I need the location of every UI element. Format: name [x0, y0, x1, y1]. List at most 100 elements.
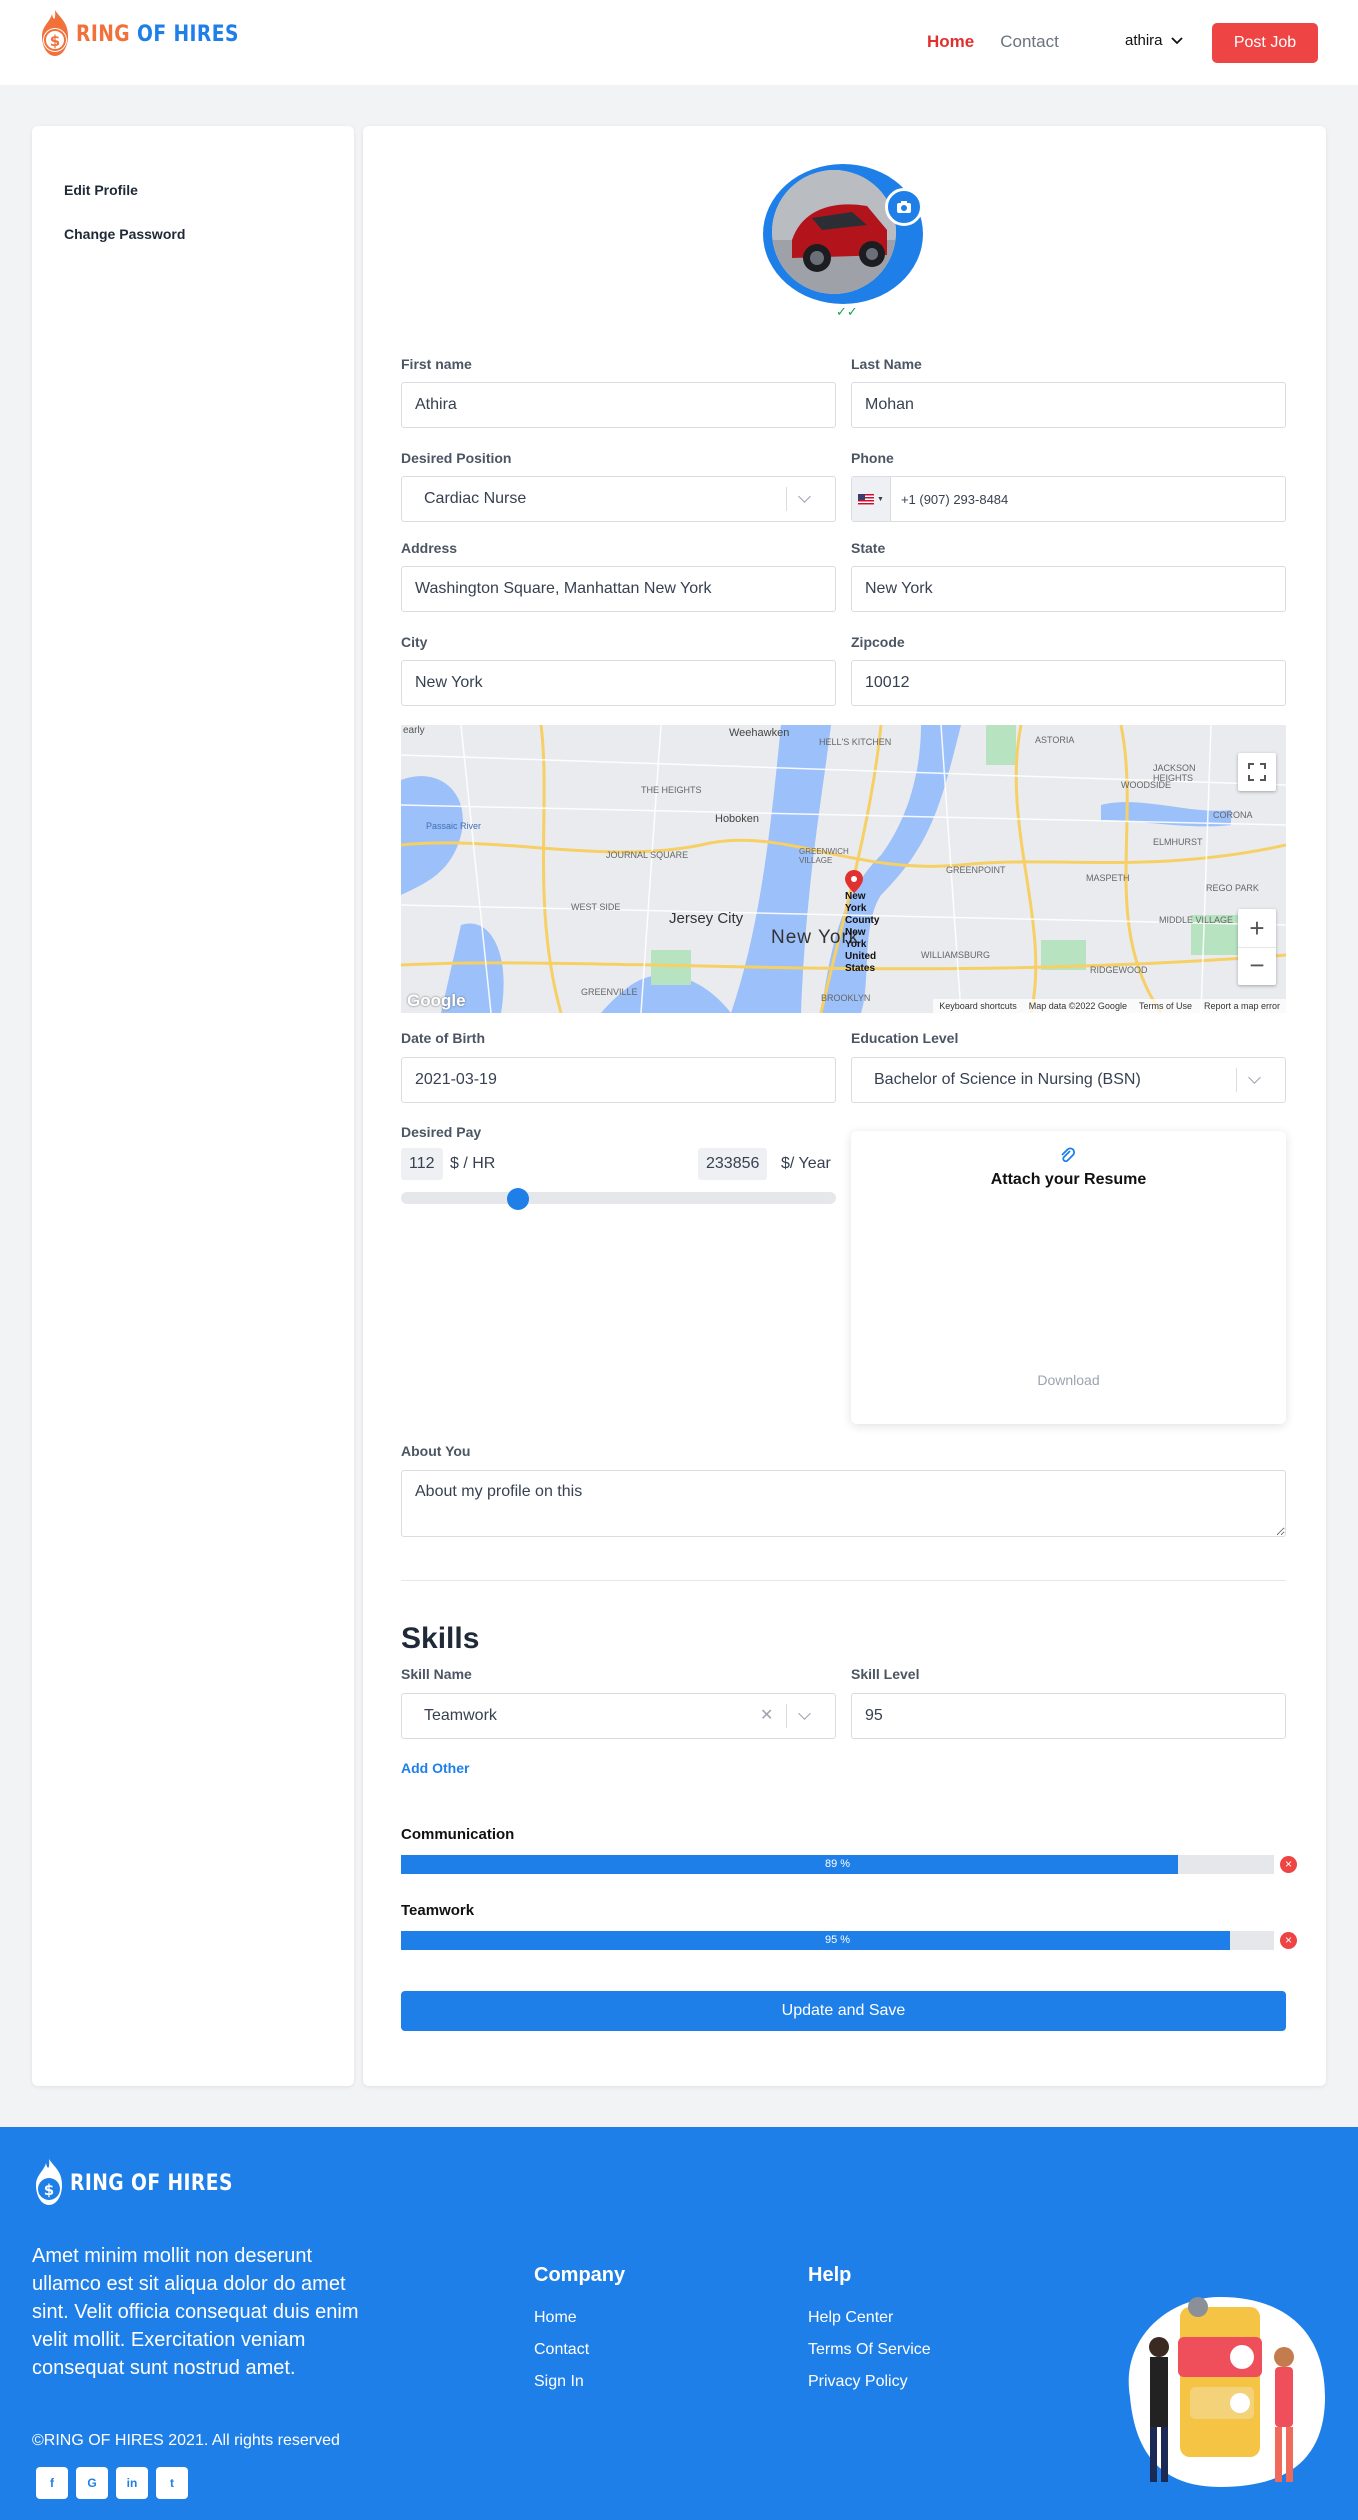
- skill-name-label: Skill Name: [401, 1666, 472, 1682]
- first-name-field[interactable]: Athira: [401, 382, 836, 428]
- map-label-greenwich: GREENWICH VILLAGE: [799, 847, 849, 865]
- yearly-pay-value[interactable]: 233856: [698, 1148, 768, 1180]
- pay-slider-track[interactable]: [401, 1192, 836, 1204]
- fullscreen-icon: [1248, 763, 1266, 781]
- post-job-button[interactable]: Post Job: [1212, 23, 1318, 63]
- dob-label: Date of Birth: [401, 1030, 485, 1046]
- user-menu[interactable]: athira: [1125, 32, 1183, 49]
- zoom-controls: + −: [1238, 909, 1276, 985]
- zipcode-field[interactable]: 10012: [851, 660, 1286, 706]
- map-label-greenville: GREENVILLE: [581, 987, 638, 997]
- flame-dollar-logo-icon: $: [42, 10, 68, 56]
- hourly-pay-unit: $ / HR: [450, 1155, 496, 1172]
- footer-help-title: Help: [808, 2264, 852, 2286]
- education-select[interactable]: Bachelor of Science in Nursing (BSN): [851, 1057, 1286, 1103]
- resume-upload-card[interactable]: Attach your Resume Download: [851, 1131, 1286, 1424]
- terms-of-use-link[interactable]: Terms of Use: [1139, 1001, 1192, 1011]
- phone-field[interactable]: ▼ +1 (907) 293-8484: [851, 476, 1286, 522]
- avatar[interactable]: [772, 170, 896, 294]
- map-label-early: early: [403, 725, 425, 736]
- svg-text:$: $: [50, 32, 60, 50]
- footer-description: Amet minim mollit non deserunt ullamco e…: [32, 2245, 359, 2379]
- zipcode-label: Zipcode: [851, 634, 905, 650]
- map-label-middle-village: MIDDLE VILLAGE: [1159, 915, 1234, 925]
- map-label-ridgewood: RIDGEWOOD: [1090, 965, 1148, 975]
- resume-title: Attach your Resume: [990, 1171, 1147, 1188]
- keyboard-shortcuts-link[interactable]: Keyboard shortcuts: [939, 1001, 1017, 1011]
- brand-name: RING OF HIRES: [76, 21, 239, 47]
- top-header: $ RING OF HIRES Home Contact athira Post…: [0, 0, 1358, 85]
- add-other-skill-link[interactable]: Add Other: [401, 1760, 469, 1776]
- city-label: City: [401, 634, 428, 650]
- footer-link-contact[interactable]: Contact: [534, 2341, 589, 2359]
- skills-heading: Skills: [401, 1622, 480, 1655]
- caret-down-icon: ▼: [877, 495, 884, 503]
- phone-value: +1 (907) 293-8484: [900, 491, 1009, 507]
- car-photo: [772, 170, 896, 294]
- city-field[interactable]: New York: [401, 660, 836, 706]
- flame-dollar-logo-icon: $: [36, 2159, 62, 2205]
- twitter-icon[interactable]: t: [156, 2467, 188, 2499]
- remove-skill-icon[interactable]: ×: [1280, 1856, 1297, 1873]
- paperclip-icon: [1061, 1147, 1075, 1163]
- brand-logo[interactable]: $ RING OF HIRES: [38, 8, 268, 60]
- position-label: Desired Position: [401, 450, 512, 466]
- map-label-hoboken: Hoboken: [715, 813, 760, 825]
- skill-level-field[interactable]: 95: [851, 1693, 1286, 1739]
- profile-sidebar: Edit Profile Change Password: [32, 126, 354, 2086]
- map-label-passaic-river: Passaic River: [426, 821, 482, 831]
- skill-bar-teamwork: 95 %: [401, 1931, 1274, 1950]
- change-photo-button[interactable]: [885, 188, 923, 226]
- footer-link-sign-in[interactable]: Sign In: [534, 2373, 584, 2391]
- google-icon[interactable]: G: [76, 2467, 108, 2499]
- about-label: About You: [401, 1443, 471, 1459]
- resume-download-link[interactable]: Download: [851, 1372, 1286, 1388]
- verified-check-icon: ✓✓: [836, 304, 858, 319]
- last-name-label: Last Name: [851, 356, 922, 372]
- sidebar-item-change-password[interactable]: Change Password: [64, 226, 185, 242]
- pay-label: Desired Pay: [401, 1124, 482, 1140]
- footer-link-home[interactable]: Home: [534, 2309, 577, 2327]
- last-name-field[interactable]: Mohan: [851, 382, 1286, 428]
- remove-skill-icon[interactable]: ×: [1280, 1932, 1297, 1949]
- footer-logo[interactable]: $ RING OF HIRES: [32, 2157, 262, 2209]
- phone-label: Phone: [851, 450, 894, 466]
- map-label-maspeth: MASPETH: [1086, 873, 1130, 883]
- map-label-elmhurst: ELMHURST: [1153, 837, 1203, 847]
- state-field[interactable]: New York: [851, 566, 1286, 612]
- skill-name-teamwork: Teamwork: [401, 1902, 475, 1919]
- skill-bar-communication: 89 %: [401, 1855, 1274, 1874]
- footer-link-privacy[interactable]: Privacy Policy: [808, 2373, 908, 2391]
- address-label: Address: [401, 540, 458, 556]
- report-map-error-link[interactable]: Report a map error: [1204, 1001, 1280, 1011]
- nav-home[interactable]: Home: [927, 32, 974, 52]
- location-map[interactable]: early Weehawken HELL'S KITCHEN ASTORIA J…: [401, 725, 1286, 1013]
- linkedin-icon[interactable]: in: [116, 2467, 148, 2499]
- map-label-hells-kitchen: HELL'S KITCHEN: [819, 737, 892, 747]
- skill-bar-label: 95 %: [824, 1934, 851, 1946]
- position-select[interactable]: Cardiac Nurse: [401, 476, 836, 522]
- clear-icon[interactable]: ✕: [760, 1705, 773, 1725]
- zoom-in-button[interactable]: +: [1238, 909, 1276, 947]
- facebook-icon[interactable]: f: [36, 2467, 68, 2499]
- update-save-button[interactable]: Update and Save: [401, 1991, 1286, 2031]
- footer-link-help-center[interactable]: Help Center: [808, 2309, 893, 2327]
- zoom-out-button[interactable]: −: [1238, 947, 1276, 985]
- map-label-astoria: ASTORIA: [1035, 735, 1075, 745]
- country-flag-select[interactable]: ▼: [852, 477, 891, 521]
- map-label-journal-square: JOURNAL SQUARE: [606, 850, 689, 860]
- map-footer-bar: Keyboard shortcuts Map data ©2022 Google…: [933, 999, 1286, 1013]
- map-data-text: Map data ©2022 Google: [1028, 1001, 1127, 1011]
- nav-contact[interactable]: Contact: [1000, 32, 1059, 52]
- sidebar-item-edit-profile[interactable]: Edit Profile: [64, 182, 138, 198]
- about-textarea[interactable]: About my profile on this: [401, 1470, 1286, 1537]
- map-label-greenpoint: GREENPOINT: [946, 865, 1006, 875]
- fullscreen-button[interactable]: [1238, 753, 1276, 791]
- map-label-williamsburg: WILLIAMSBURG: [921, 950, 991, 960]
- map-label-heights: THE HEIGHTS: [641, 785, 702, 795]
- address-field[interactable]: Washington Square, Manhattan New York: [401, 566, 836, 612]
- hourly-pay-value[interactable]: 112: [401, 1148, 443, 1180]
- dob-field[interactable]: 2021-03-19: [401, 1057, 836, 1103]
- education-label: Education Level: [851, 1030, 959, 1046]
- footer-link-terms[interactable]: Terms Of Service: [808, 2341, 931, 2359]
